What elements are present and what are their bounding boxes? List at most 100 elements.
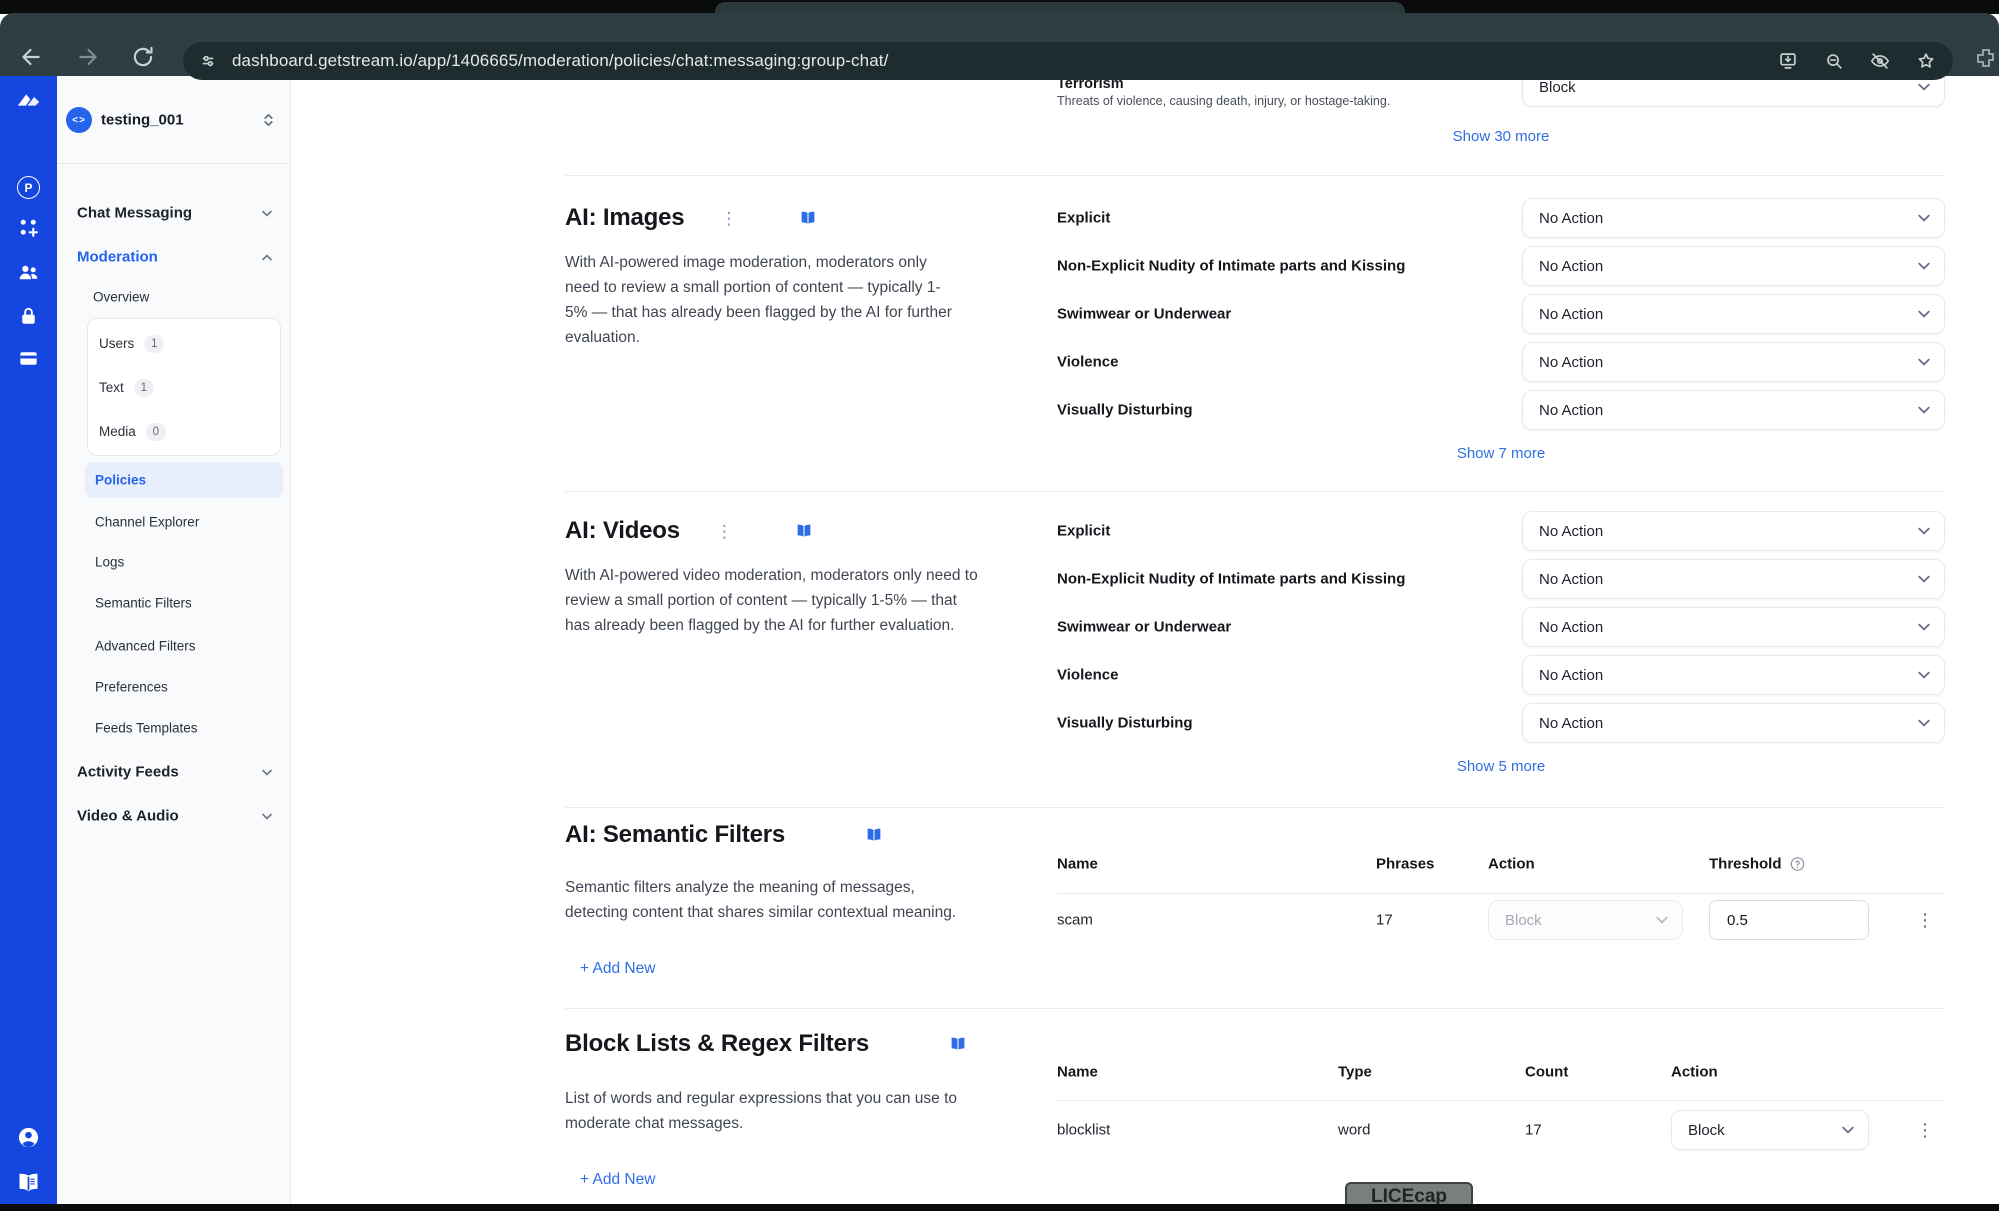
sidebar-item-policies-label: Policies <box>95 473 146 488</box>
threshold-input[interactable]: 0.5 <box>1709 900 1869 940</box>
forward-icon[interactable] <box>75 44 101 70</box>
select-value: No Action <box>1539 667 1603 684</box>
cell-filter-name: scam <box>1057 912 1093 929</box>
chevron-down-icon <box>1918 719 1930 727</box>
section-divider <box>565 1008 1945 1009</box>
kebab-menu-icon[interactable]: ⋮ <box>716 523 733 540</box>
show-more-link[interactable]: Show 30 more <box>1453 128 1550 145</box>
chevron-down-icon <box>1842 1126 1854 1134</box>
select-value: No Action <box>1539 258 1603 275</box>
chevron-down-icon <box>1918 623 1930 631</box>
bookmark-star-icon[interactable] <box>1915 50 1937 72</box>
row-label-non-explicit: Non-Explicit Nudity of Intimate parts an… <box>1057 258 1405 275</box>
sidebar-item-media[interactable]: Media0 <box>99 423 166 441</box>
row-label-swimwear: Swimwear or Underwear <box>1057 306 1231 323</box>
sidebar-item-video-audio[interactable]: Video & Audio <box>77 808 179 825</box>
site-info-icon[interactable] <box>197 50 219 72</box>
policy-desc-terrorism: Threats of violence, causing death, inju… <box>1057 94 1390 108</box>
reload-icon[interactable] <box>130 44 156 70</box>
select-value: No Action <box>1539 715 1603 732</box>
zoom-out-icon[interactable] <box>1823 50 1845 72</box>
workspace-selector-icon[interactable] <box>263 112 274 128</box>
images-swimwear-select[interactable]: No Action <box>1522 294 1945 334</box>
videos-non-explicit-select[interactable]: No Action <box>1522 559 1945 599</box>
app-rail <box>0 76 57 1205</box>
videos-explicit-select[interactable]: No Action <box>1522 511 1945 551</box>
eye-off-icon[interactable] <box>1869 50 1891 72</box>
docs-book-icon[interactable] <box>17 1171 40 1194</box>
sidebar-item-semantic-filters[interactable]: Semantic Filters <box>95 596 192 611</box>
address-bar[interactable]: dashboard.getstream.io/app/1406665/moder… <box>183 42 1953 80</box>
row-kebab-menu-icon[interactable]: ⋮ <box>1916 1121 1934 1139</box>
sidebar-item-users[interactable]: Users1 <box>99 335 164 353</box>
docs-book-icon[interactable] <box>865 826 883 844</box>
chevron-down-icon <box>1918 671 1930 679</box>
add-new-link[interactable]: + Add New <box>580 1171 655 1189</box>
info-help-icon[interactable] <box>1790 857 1805 872</box>
sidebar-item-label: Media <box>99 424 136 439</box>
section-divider <box>565 491 1945 492</box>
select-value: No Action <box>1539 619 1603 636</box>
lock-icon[interactable] <box>17 305 40 328</box>
show-more-link[interactable]: Show 5 more <box>1457 758 1545 775</box>
billing-card-icon[interactable] <box>17 347 40 370</box>
sidebar-item-overview[interactable]: Overview <box>93 290 149 305</box>
select-value: No Action <box>1539 306 1603 323</box>
select-value: No Action <box>1539 402 1603 419</box>
row-label-violence: Violence <box>1057 354 1118 371</box>
section-description: With AI-powered image moderation, modera… <box>565 250 960 350</box>
docs-book-icon[interactable] <box>799 209 817 227</box>
docs-book-icon[interactable] <box>795 522 813 540</box>
row-kebab-menu-icon[interactable]: ⋮ <box>1916 911 1934 929</box>
install-app-icon[interactable] <box>1777 50 1799 72</box>
column-header-action: Action <box>1488 856 1535 873</box>
count-badge: 1 <box>134 379 154 397</box>
add-new-link[interactable]: + Add New <box>580 960 655 978</box>
column-header-action: Action <box>1671 1064 1718 1081</box>
sidebar-item-advanced-filters[interactable]: Advanced Filters <box>95 639 196 654</box>
chevron-down-icon <box>1918 575 1930 583</box>
sidebar-divider <box>57 163 291 164</box>
images-non-explicit-select[interactable]: No Action <box>1522 246 1945 286</box>
sidebar-item-text[interactable]: Text1 <box>99 379 154 397</box>
apps-grid-icon[interactable] <box>17 216 40 239</box>
stream-logo-icon[interactable] <box>15 88 42 113</box>
account-person-icon[interactable] <box>17 1126 40 1149</box>
images-explicit-select[interactable]: No Action <box>1522 198 1945 238</box>
blocklist-action-select[interactable]: Block <box>1671 1110 1869 1150</box>
videos-swimwear-select[interactable]: No Action <box>1522 607 1945 647</box>
sidebar-item-feeds-templates[interactable]: Feeds Templates <box>95 721 198 736</box>
chevron-down-icon <box>262 813 272 820</box>
docs-book-icon[interactable] <box>949 1035 967 1053</box>
videos-violence-select[interactable]: No Action <box>1522 655 1945 695</box>
sidebar-item-moderation[interactable]: Moderation <box>77 249 158 266</box>
sidebar-item-preferences[interactable]: Preferences <box>95 680 168 695</box>
sidebar-item-logs[interactable]: Logs <box>95 555 124 570</box>
workspace-name[interactable]: testing_001 <box>101 112 184 129</box>
column-header-threshold: Threshold <box>1709 856 1782 873</box>
browser-toolbar: dashboard.getstream.io/app/1406665/moder… <box>0 13 1999 76</box>
images-visually-disturbing-select[interactable]: No Action <box>1522 390 1945 430</box>
show-more-link[interactable]: Show 7 more <box>1457 445 1545 462</box>
images-violence-select[interactable]: No Action <box>1522 342 1945 382</box>
column-header-phrases: Phrases <box>1376 856 1434 873</box>
users-group-icon[interactable] <box>16 260 41 285</box>
row-label-explicit: Explicit <box>1057 523 1110 540</box>
chevron-down-icon <box>1918 358 1930 366</box>
chevron-down-icon <box>262 769 272 776</box>
section-header-ai-images: AI: Images ⋮ <box>565 204 817 232</box>
extensions-puzzle-icon[interactable] <box>1974 46 1998 70</box>
column-header-threshold-wrap: Threshold <box>1709 856 1805 873</box>
videos-visually-disturbing-select[interactable]: No Action <box>1522 703 1945 743</box>
table-header-divider <box>1057 893 1945 894</box>
sidebar-item-chat-messaging[interactable]: Chat Messaging <box>77 205 192 222</box>
sidebar-item-channel-explorer[interactable]: Channel Explorer <box>95 515 199 530</box>
semantic-action-select-disabled[interactable]: Block <box>1488 900 1683 940</box>
section-description: Semantic filters analyze the meaning of … <box>565 875 975 925</box>
section-header-block-lists: Block Lists & Regex Filters <box>565 1030 967 1058</box>
section-title: AI: Videos <box>565 517 680 545</box>
kebab-menu-icon[interactable]: ⋮ <box>720 210 737 227</box>
back-icon[interactable] <box>18 44 44 70</box>
sidebar-item-activity-feeds[interactable]: Activity Feeds <box>77 764 179 781</box>
profile-p-icon[interactable]: P <box>17 176 40 199</box>
